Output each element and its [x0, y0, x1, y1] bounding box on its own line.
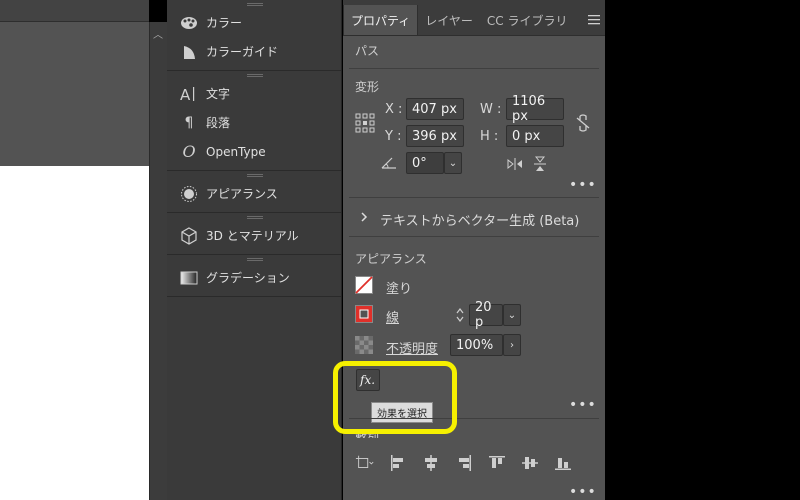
vertical-scrollbar[interactable]: ︿: [149, 22, 167, 500]
panel-item-color[interactable]: カラー: [167, 8, 341, 37]
tab-layers[interactable]: レイヤー: [418, 5, 480, 35]
x-field[interactable]: 407 px: [406, 98, 464, 120]
align-horizontal-center-icon[interactable]: [421, 453, 441, 473]
opacity-label[interactable]: 不透明度: [386, 338, 438, 357]
panel-label-gradient: グラデーション: [206, 271, 290, 285]
divider: [349, 68, 599, 69]
rotate-angle-field[interactable]: 0°: [406, 152, 444, 174]
opacity-expand-button[interactable]: ›: [503, 334, 521, 356]
panel-group-color: カラー カラーガイド: [167, 0, 341, 71]
flip-horizontal-icon[interactable]: [506, 156, 524, 172]
chevron-down-icon: ⌄: [448, 157, 458, 169]
align-more-options[interactable]: •••: [569, 484, 597, 500]
outside-area: [605, 0, 800, 500]
3d-cube-icon: [179, 226, 199, 245]
align-right-icon[interactable]: [454, 453, 474, 473]
tab-cc-libraries[interactable]: CC ライブラリ: [480, 5, 575, 35]
text-to-vector-section[interactable]: テキストからベクター生成 (Beta): [380, 210, 579, 229]
chevron-right-icon: ›: [510, 339, 514, 351]
panel-label-appearance: アピアランス: [206, 187, 278, 201]
object-type-label: パス: [355, 44, 380, 58]
transform-more-options[interactable]: •••: [569, 177, 597, 193]
panel-item-paragraph[interactable]: ¶ 段落: [167, 108, 341, 137]
gradient-icon: [179, 269, 199, 287]
w-label: W :: [480, 102, 502, 117]
panel-group-3d: 3D とマテリアル: [167, 213, 341, 255]
grip-handle[interactable]: [247, 174, 263, 177]
panel-item-3d-materials[interactable]: 3D とマテリアル: [167, 221, 341, 250]
align-buttons: [355, 453, 573, 473]
panel-group-appearance: アピアランス: [167, 171, 341, 213]
align-vertical-center-icon[interactable]: [520, 453, 540, 473]
color-guide-icon: [179, 43, 199, 61]
align-bottom-icon[interactable]: [553, 453, 573, 473]
panel-group-type: A 文字 ¶ 段落 O OpenType: [167, 71, 341, 171]
flip-vertical-icon[interactable]: [531, 156, 549, 172]
grip-handle[interactable]: [247, 216, 263, 219]
divider: [349, 197, 599, 198]
document-canvas[interactable]: [0, 0, 149, 500]
x-label: X :: [385, 102, 403, 117]
h-label: H :: [480, 129, 499, 144]
panel-item-character[interactable]: A 文字: [167, 79, 341, 108]
appearance-icon: [179, 185, 199, 203]
appearance-more-options[interactable]: •••: [569, 397, 597, 413]
transform-title: 変形: [355, 80, 380, 94]
fill-swatch-none-icon[interactable]: [355, 276, 373, 294]
panel-label-opentype: OpenType: [206, 144, 266, 159]
grip-handle[interactable]: [247, 74, 263, 77]
panel-item-opentype[interactable]: O OpenType: [167, 137, 341, 166]
align-to-icon[interactable]: [355, 453, 375, 473]
svg-text:A: A: [180, 86, 191, 102]
y-field[interactable]: 396 px: [406, 125, 464, 147]
appearance-title: アピアランス: [355, 252, 427, 266]
tab-properties[interactable]: プロパティ: [343, 5, 419, 35]
scroll-up-icon[interactable]: ︿: [153, 26, 163, 41]
divider: [349, 236, 599, 237]
fill-label: 塗り: [386, 282, 413, 297]
rotate-angle-icon: [380, 154, 398, 170]
panel-item-gradient[interactable]: グラデーション: [167, 263, 341, 292]
panel-label-character: 文字: [206, 87, 231, 101]
panel-item-color-guide[interactable]: カラーガイド: [167, 37, 341, 66]
chevron-down-icon: ⌄: [507, 309, 517, 321]
align-top-icon[interactable]: [487, 453, 507, 473]
character-icon: A: [179, 85, 199, 103]
opacity-field[interactable]: 100%: [450, 334, 503, 356]
panel-label-3d-materials: 3D とマテリアル: [206, 229, 299, 243]
panel-label-color: カラー: [206, 16, 243, 30]
paragraph-icon: ¶: [184, 114, 194, 131]
w-field[interactable]: 1106 px: [506, 94, 564, 124]
stroke-weight-field[interactable]: 20 p: [469, 300, 503, 330]
panel-group-gradient: グラデーション: [167, 255, 341, 297]
reference-point-icon[interactable]: [354, 112, 376, 134]
stroke-label[interactable]: 線: [386, 307, 399, 326]
palette-icon: [179, 14, 199, 32]
collapsed-panel-dock: カラー カラーガイド A 文字 ¶ 段落 O OpenType アピアランス 3…: [167, 0, 342, 500]
stroke-swatch-icon[interactable]: [355, 305, 373, 323]
opentype-icon: O: [182, 142, 196, 161]
rotate-angle-dropdown[interactable]: ⌄: [444, 152, 462, 174]
stroke-stepper-icon[interactable]: [453, 304, 467, 326]
align-left-icon[interactable]: [388, 453, 408, 473]
canvas-tab-bar: [0, 0, 149, 22]
artboard[interactable]: [0, 166, 149, 500]
constrain-proportions-icon[interactable]: [574, 112, 592, 134]
h-field[interactable]: 0 px: [506, 125, 564, 147]
stroke-weight-dropdown[interactable]: ⌄: [503, 304, 521, 326]
panel-label-paragraph: 段落: [206, 116, 231, 130]
y-label: Y :: [385, 129, 402, 144]
panel-label-color-guide: カラーガイド: [206, 45, 279, 59]
annotation-highlight-box: [333, 361, 457, 434]
panel-menu-icon[interactable]: [583, 5, 605, 35]
panel-item-appearance[interactable]: アピアランス: [167, 179, 341, 208]
panel-tab-bar: プロパティ レイヤー CC ライブラリ: [343, 0, 605, 36]
chevron-right-icon[interactable]: [358, 210, 370, 224]
opacity-checker-icon: [355, 336, 373, 354]
grip-handle[interactable]: [247, 3, 263, 6]
grip-handle[interactable]: [247, 258, 263, 261]
